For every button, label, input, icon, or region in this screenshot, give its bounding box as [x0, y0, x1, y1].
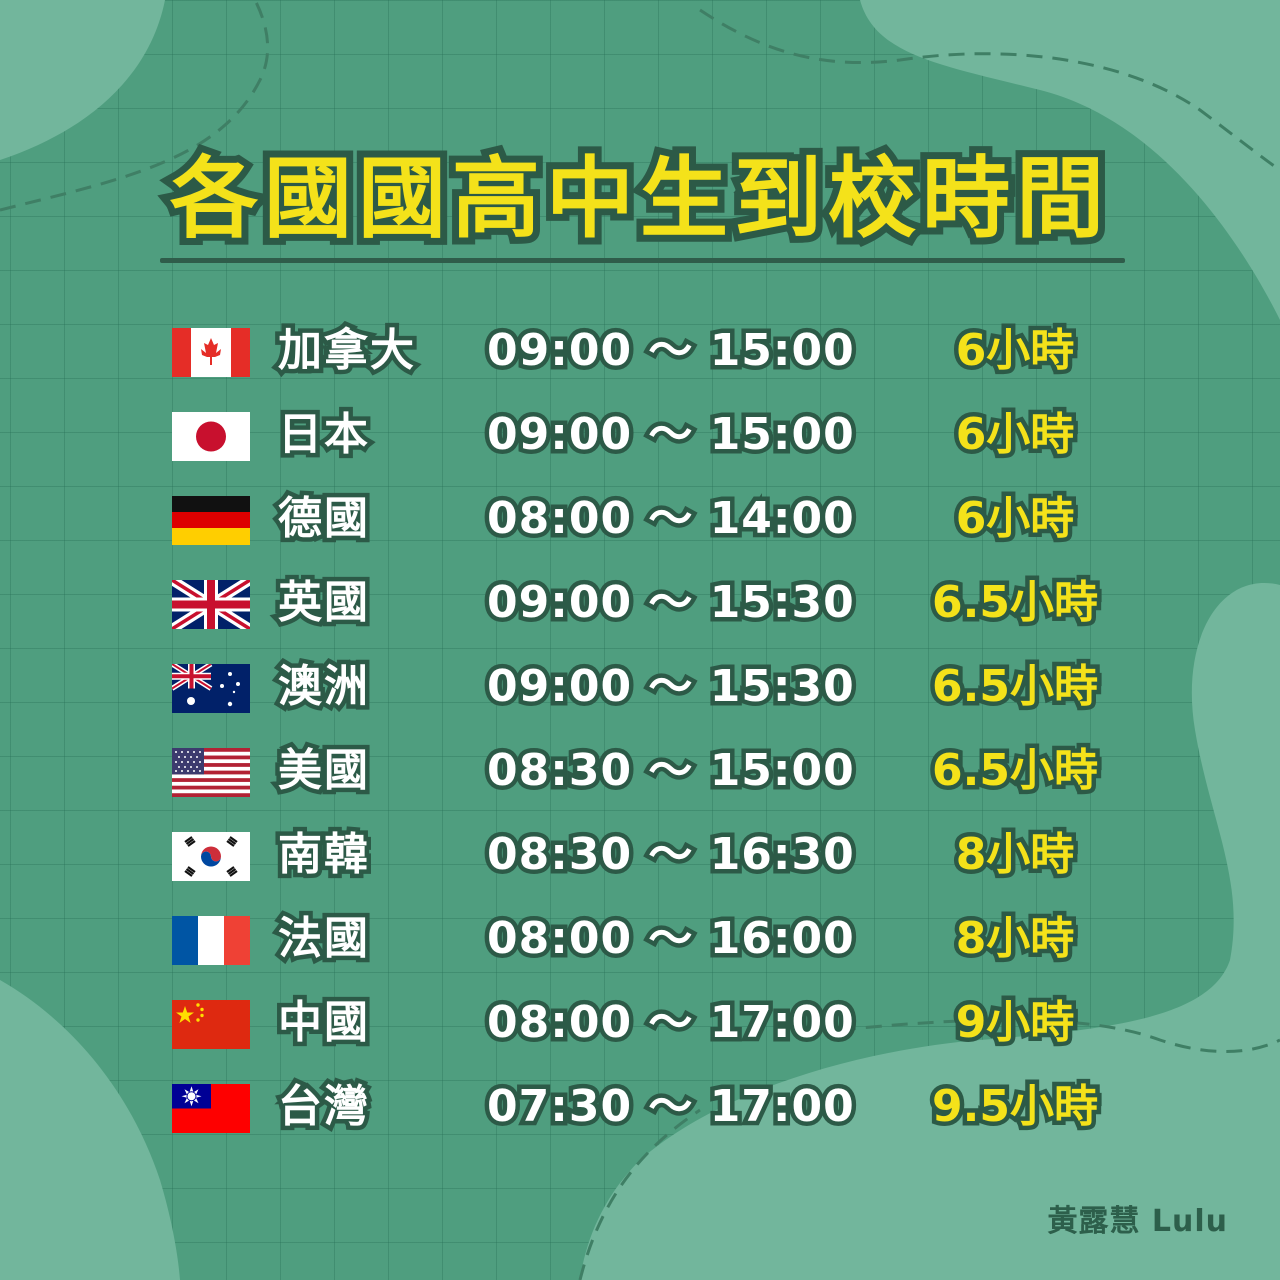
list-item: 日本 09:00 ～ 15:00 6小時 — [0, 394, 1280, 478]
school-hours: 8小時 — [951, 825, 1079, 885]
school-hours: 6小時 — [951, 489, 1079, 549]
school-time: 08:00 ～ 17:00 — [483, 993, 859, 1053]
list-item: 南韓 08:30 ～ 16:30 8小時 — [0, 814, 1280, 898]
school-time: 08:30 ～ 16:30 — [483, 825, 859, 885]
usa-flag-icon — [172, 748, 250, 797]
school-time: 07:30 ～ 17:00 — [483, 1077, 859, 1137]
school-time: 08:30 ～ 15:00 — [483, 741, 859, 801]
list-item: 台灣 07:30 ～ 17:00 9.5小時 — [0, 1066, 1280, 1150]
country-name: 台灣 — [274, 1077, 373, 1137]
canada-flag-icon — [172, 328, 250, 377]
school-hours: 6.5小時 — [928, 741, 1103, 801]
school-hours: 8小時 — [951, 909, 1079, 969]
school-hours: 9.5小時 — [928, 1077, 1103, 1137]
korea-flag-icon — [172, 832, 250, 881]
china-flag-icon — [172, 1000, 250, 1049]
country-name: 中國 — [274, 993, 373, 1053]
list-item: 加拿大 09:00 ～ 15:00 6小時 — [0, 310, 1280, 394]
author-credit: 黃露慧 Lulu — [1047, 1204, 1228, 1239]
school-time: 09:00 ～ 15:00 — [483, 405, 859, 465]
list-item: 美國 08:30 ～ 15:00 6.5小時 — [0, 730, 1280, 814]
school-time: 09:00 ～ 15:30 — [483, 573, 859, 633]
school-hours: 6.5小時 — [928, 657, 1103, 717]
country-name: 日本 — [274, 405, 373, 465]
country-name: 澳洲 — [274, 657, 373, 717]
country-name: 德國 — [274, 489, 373, 549]
page-title: 各國國高中生到校時間 — [163, 140, 1111, 257]
taiwan-flag-icon — [172, 1084, 250, 1133]
uk-flag-icon — [172, 580, 250, 629]
list-item: 中國 08:00 ～ 17:00 9小時 — [0, 982, 1280, 1066]
school-time: 09:00 ～ 15:00 — [483, 321, 859, 381]
australia-flag-icon — [172, 664, 250, 713]
school-hours: 6小時 — [951, 321, 1079, 381]
country-name: 加拿大 — [274, 321, 419, 381]
school-time: 08:00 ～ 14:00 — [483, 489, 859, 549]
japan-flag-icon — [172, 412, 250, 461]
country-name: 法國 — [274, 909, 373, 969]
country-name: 美國 — [274, 741, 373, 801]
list-item: 法國 08:00 ～ 16:00 8小時 — [0, 898, 1280, 982]
school-time: 09:00 ～ 15:30 — [483, 657, 859, 717]
list-item: 英國 09:00 ～ 15:30 6.5小時 — [0, 562, 1280, 646]
school-hours: 6小時 — [951, 405, 1079, 465]
country-name: 英國 — [274, 573, 373, 633]
list-item: 澳洲 09:00 ～ 15:30 6.5小時 — [0, 646, 1280, 730]
school-hours: 9小時 — [951, 993, 1079, 1053]
france-flag-icon — [172, 916, 250, 965]
list-item: 德國 08:00 ～ 14:00 6小時 — [0, 478, 1280, 562]
school-time: 08:00 ～ 16:00 — [483, 909, 859, 969]
title-divider — [160, 258, 1125, 263]
school-hours: 6.5小時 — [928, 573, 1103, 633]
infographic-canvas: 各國國高中生到校時間 加拿大 09:00 ～ 15:00 6小時 日本 09:0… — [0, 0, 1280, 1280]
country-name: 南韓 — [274, 825, 373, 885]
germany-flag-icon — [172, 496, 250, 545]
